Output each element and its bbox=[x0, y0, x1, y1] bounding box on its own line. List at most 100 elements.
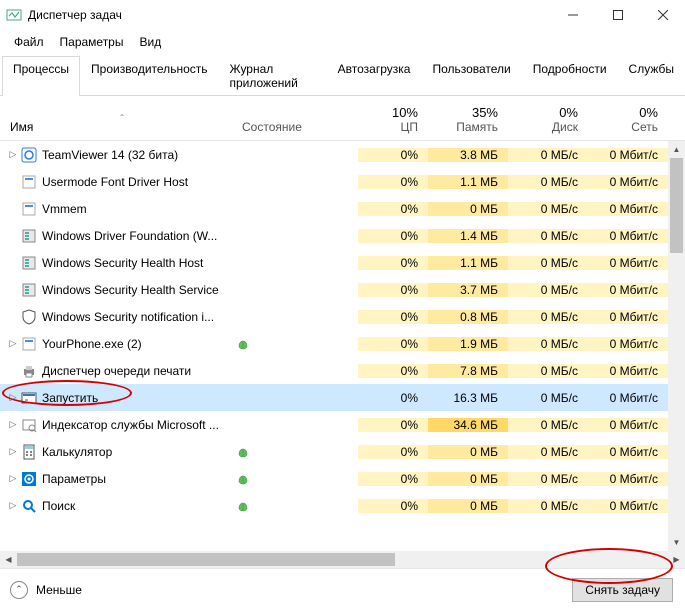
cell-mem: 3.8 МБ bbox=[428, 148, 508, 162]
tab-app-history[interactable]: Журнал приложений bbox=[219, 56, 327, 96]
cell-disk: 0 МБ/с bbox=[508, 148, 588, 162]
maximize-button[interactable] bbox=[595, 0, 640, 30]
cell-net: 0 Мбит/с bbox=[588, 148, 668, 162]
tab-performance[interactable]: Производительность bbox=[80, 56, 218, 96]
scroll-left-icon[interactable]: ◀ bbox=[0, 551, 17, 568]
column-name-label: Имя bbox=[10, 120, 33, 134]
minimize-button[interactable] bbox=[550, 0, 595, 30]
process-row[interactable]: ▷Запустить0%16.3 МБ0 МБ/с0 Мбит/с bbox=[0, 384, 668, 411]
cell-disk: 0 МБ/с bbox=[508, 499, 588, 513]
process-name: TeamViewer 14 (32 бита) bbox=[42, 148, 238, 162]
cell-disk: 0 МБ/с bbox=[508, 310, 588, 324]
expand-icon[interactable]: ▷ bbox=[6, 473, 20, 484]
expand-icon[interactable]: ▷ bbox=[6, 149, 20, 160]
process-row[interactable]: ▷YourPhone.exe (2)0%1.9 МБ0 МБ/с0 Мбит/с bbox=[0, 330, 668, 357]
cell-disk: 0 МБ/с bbox=[508, 229, 588, 243]
tab-startup[interactable]: Автозагрузка bbox=[327, 56, 422, 96]
cell-net: 0 Мбит/с bbox=[588, 283, 668, 297]
cell-cpu: 0% bbox=[358, 391, 428, 405]
process-row[interactable]: Windows Driver Foundation (W...0%1.4 МБ0… bbox=[0, 222, 668, 249]
footer-bar: ⌃ Меньше Снять задачу bbox=[0, 568, 685, 610]
process-name: Калькулятор bbox=[42, 445, 238, 459]
expand-icon[interactable]: ▷ bbox=[6, 338, 20, 349]
app-icon bbox=[6, 7, 22, 23]
column-state[interactable]: Состояние bbox=[238, 116, 358, 140]
cell-disk: 0 МБ/с bbox=[508, 175, 588, 189]
cell-mem: 16.3 МБ bbox=[428, 391, 508, 405]
horizontal-scrollbar[interactable]: ◀ ▶ bbox=[0, 551, 685, 568]
disk-percent: 0% bbox=[512, 105, 578, 120]
expand-icon[interactable]: ▷ bbox=[6, 419, 20, 430]
column-memory[interactable]: 35% Память bbox=[428, 101, 508, 140]
svc-icon bbox=[20, 228, 38, 244]
vertical-scrollbar[interactable]: ▲ ▼ bbox=[668, 141, 685, 551]
process-name: Vmmem bbox=[42, 202, 238, 216]
process-row[interactable]: ▷Поиск0%0 МБ0 МБ/с0 Мбит/с bbox=[0, 492, 668, 519]
process-list: ▷TeamViewer 14 (32 бита)0%3.8 МБ0 МБ/с0 … bbox=[0, 141, 685, 551]
process-row[interactable]: Vmmem0%0 МБ0 МБ/с0 Мбит/с bbox=[0, 195, 668, 222]
cell-disk: 0 МБ/с bbox=[508, 256, 588, 270]
process-state bbox=[238, 447, 358, 457]
column-name[interactable]: ⌃ Имя bbox=[6, 116, 238, 140]
cell-disk: 0 МБ/с bbox=[508, 337, 588, 351]
cell-disk: 0 МБ/с bbox=[508, 391, 588, 405]
search-icon bbox=[20, 498, 38, 514]
process-name: Индексатор службы Microsoft ... bbox=[42, 418, 238, 432]
memory-percent: 35% bbox=[432, 105, 498, 120]
process-row[interactable]: Windows Security Health Service0%3.7 МБ0… bbox=[0, 276, 668, 303]
tab-processes[interactable]: Процессы bbox=[2, 56, 80, 96]
process-row[interactable]: ▷Индексатор службы Microsoft ...0%34.6 М… bbox=[0, 411, 668, 438]
expand-icon[interactable]: ▷ bbox=[6, 446, 20, 457]
expand-icon[interactable]: ▷ bbox=[6, 500, 20, 511]
cell-net: 0 Мбит/с bbox=[588, 229, 668, 243]
expand-icon[interactable]: ▷ bbox=[6, 392, 20, 403]
process-name: Usermode Font Driver Host bbox=[42, 175, 238, 189]
scroll-thumb[interactable] bbox=[670, 158, 683, 253]
end-task-button[interactable]: Снять задачу bbox=[572, 578, 673, 602]
process-state bbox=[238, 339, 358, 349]
menu-file[interactable]: Файл bbox=[6, 32, 52, 52]
cell-mem: 1.1 МБ bbox=[428, 256, 508, 270]
process-row[interactable]: ▷Параметры0%0 МБ0 МБ/с0 Мбит/с bbox=[0, 465, 668, 492]
tab-users[interactable]: Пользователи bbox=[421, 56, 521, 96]
cell-disk: 0 МБ/с bbox=[508, 472, 588, 486]
tv-icon bbox=[20, 147, 38, 163]
process-row[interactable]: Диспетчер очереди печати0%7.8 МБ0 МБ/с0 … bbox=[0, 357, 668, 384]
scroll-up-icon[interactable]: ▲ bbox=[668, 141, 685, 158]
column-disk[interactable]: 0% Диск bbox=[508, 101, 588, 140]
title-bar: Диспетчер задач bbox=[0, 0, 685, 30]
process-row[interactable]: ▷TeamViewer 14 (32 бита)0%3.8 МБ0 МБ/с0 … bbox=[0, 141, 668, 168]
fewer-details-label: Меньше bbox=[36, 583, 82, 597]
cell-cpu: 0% bbox=[358, 229, 428, 243]
cell-net: 0 Мбит/с bbox=[588, 391, 668, 405]
chevron-up-icon: ⌃ bbox=[10, 581, 28, 599]
app-icon bbox=[20, 174, 38, 190]
scroll-right-icon[interactable]: ▶ bbox=[668, 551, 685, 568]
cell-net: 0 Мбит/с bbox=[588, 364, 668, 378]
cell-mem: 0.8 МБ bbox=[428, 310, 508, 324]
fewer-details-button[interactable]: ⌃ Меньше bbox=[10, 581, 82, 599]
process-name: Windows Security Health Service bbox=[42, 283, 238, 297]
process-row[interactable]: Windows Security Health Host0%1.1 МБ0 МБ… bbox=[0, 249, 668, 276]
cell-net: 0 Мбит/с bbox=[588, 499, 668, 513]
menu-view[interactable]: Вид bbox=[131, 32, 169, 52]
process-row[interactable]: Windows Security notification i...0%0.8 … bbox=[0, 303, 668, 330]
menu-options[interactable]: Параметры bbox=[52, 32, 132, 52]
process-row[interactable]: Usermode Font Driver Host0%1.1 МБ0 МБ/с0… bbox=[0, 168, 668, 195]
cell-cpu: 0% bbox=[358, 283, 428, 297]
tab-strip: Процессы Производительность Журнал прило… bbox=[0, 56, 685, 96]
tab-services[interactable]: Службы bbox=[618, 56, 685, 96]
cell-disk: 0 МБ/с bbox=[508, 202, 588, 216]
close-button[interactable] bbox=[640, 0, 685, 30]
disk-label: Диск bbox=[512, 120, 578, 134]
scroll-down-icon[interactable]: ▼ bbox=[668, 534, 685, 551]
hscroll-thumb[interactable] bbox=[17, 553, 395, 566]
cell-cpu: 0% bbox=[358, 472, 428, 486]
column-network[interactable]: 0% Сеть bbox=[588, 101, 668, 140]
column-cpu[interactable]: 10% ЦП bbox=[358, 101, 428, 140]
cell-mem: 1.1 МБ bbox=[428, 175, 508, 189]
cell-mem: 0 МБ bbox=[428, 472, 508, 486]
process-row[interactable]: ▷Калькулятор0%0 МБ0 МБ/с0 Мбит/с bbox=[0, 438, 668, 465]
tab-details[interactable]: Подробности bbox=[522, 56, 618, 96]
cell-cpu: 0% bbox=[358, 337, 428, 351]
